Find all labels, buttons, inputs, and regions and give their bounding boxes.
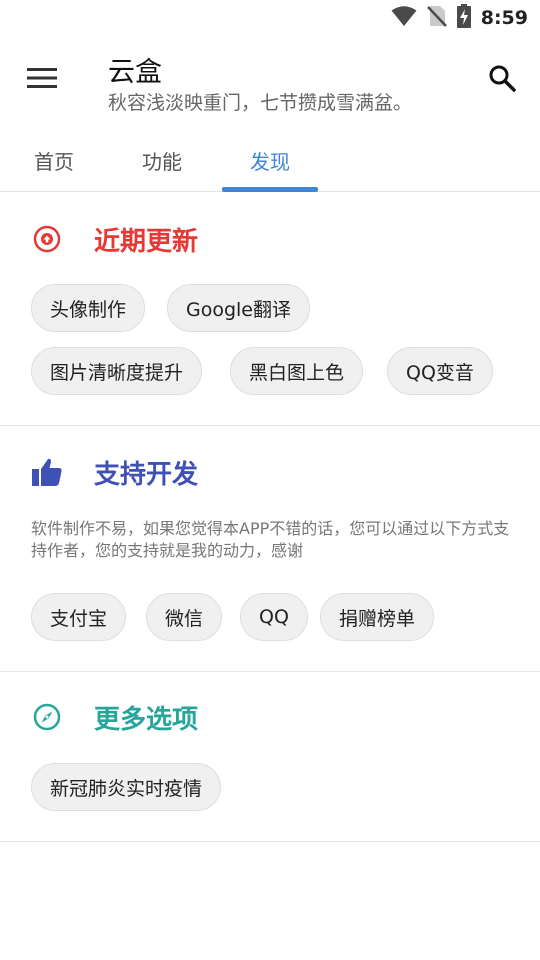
tab-bar: 首页 功能 发现 (0, 128, 540, 192)
section-header: 支持开发 (30, 455, 198, 490)
section-header: 近期更新 (30, 222, 198, 257)
status-time: 8:59 (480, 7, 528, 29)
search-button[interactable] (480, 58, 524, 102)
status-bar: 8:59 (0, 0, 540, 36)
tab-discover[interactable]: 发现 (222, 128, 318, 192)
status-icons: 8:59 (391, 4, 528, 32)
chip-image-enhance[interactable]: 图片清晰度提升 (31, 347, 203, 395)
compass-icon (30, 700, 64, 734)
section-title: 近期更新 (94, 226, 199, 257)
chip-wechat[interactable]: 微信 (146, 593, 223, 641)
app-bar: 云盒 秋容浅淡映重门，七节攒成雪满盆。 (0, 36, 540, 128)
chip-alipay[interactable]: 支付宝 (31, 593, 127, 641)
chip-covid-tracker[interactable]: 新冠肺炎实时疫情 (31, 763, 222, 811)
menu-icon (27, 67, 57, 93)
search-icon (488, 64, 516, 96)
app-subtitle: 秋容浅淡映重门，七节攒成雪满盆。 (108, 92, 413, 114)
section-recent-updates: 近期更新 头像制作 Google翻译 图片清晰度提升 黑白图上色 QQ变音 (0, 193, 540, 426)
section-title: 更多选项 (94, 704, 199, 735)
wifi-icon (391, 5, 417, 31)
chip-colorize[interactable]: 黑白图上色 (230, 347, 364, 395)
tab-indicator (222, 187, 318, 192)
no-sim-icon (426, 4, 447, 32)
menu-button[interactable] (20, 58, 64, 102)
thumbs-up-icon (30, 455, 64, 489)
chip-qq[interactable]: QQ (240, 593, 308, 641)
tab-home[interactable]: 首页 (6, 128, 102, 192)
section-more-options: 更多选项 新冠肺炎实时疫情 (0, 672, 540, 842)
chip-google-translate[interactable]: Google翻译 (167, 284, 311, 332)
chip-donation-list[interactable]: 捐赠榜单 (320, 593, 435, 641)
chip-avatar-maker[interactable]: 头像制作 (31, 284, 146, 332)
section-header: 更多选项 (30, 700, 198, 735)
app-title: 云盒 (108, 57, 162, 88)
support-description: 软件制作不易，如果您觉得本APP不错的话，您可以通过以下方式支持作者，您的支持就… (31, 519, 510, 560)
section-title: 支持开发 (94, 459, 199, 490)
chip-qq-voice[interactable]: QQ变音 (387, 347, 493, 395)
section-support: 支持开发 软件制作不易，如果您觉得本APP不错的话，您可以通过以下方式支持作者，… (0, 426, 540, 672)
battery-charging-icon (456, 4, 471, 32)
upload-circle-icon (30, 222, 64, 256)
tab-features[interactable]: 功能 (114, 128, 210, 192)
